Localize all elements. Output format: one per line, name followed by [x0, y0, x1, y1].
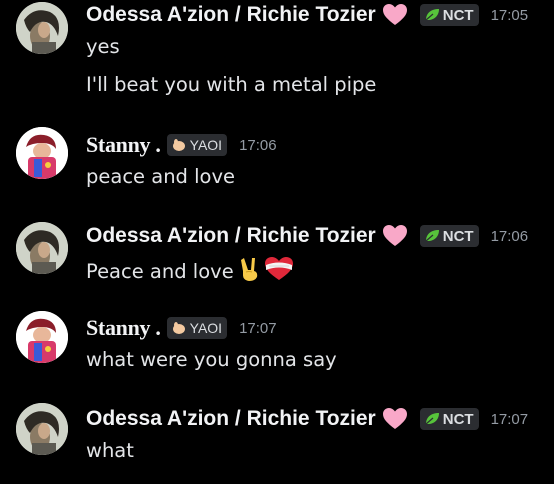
hand-icon: [171, 321, 187, 335]
role-tag-label: YAOI: [189, 137, 223, 153]
role-tag[interactable]: NCT: [419, 408, 479, 430]
role-tag[interactable]: YAOI: [166, 317, 228, 339]
username[interactable]: Odessa A'zion / Richie Tozier: [86, 224, 376, 248]
hand-icon: [171, 138, 187, 152]
message-header: Stanny . YAOI 17:06: [86, 131, 277, 159]
username[interactable]: Stanny .: [86, 132, 161, 158]
avatar[interactable]: [16, 127, 68, 179]
message-header: Odessa A'zion / Richie Tozier NCT 17:05: [86, 1, 528, 29]
leaf-icon: [424, 229, 440, 243]
role-tag[interactable]: YAOI: [166, 134, 228, 156]
avatar[interactable]: [16, 311, 68, 363]
timestamp[interactable]: 17:07: [491, 411, 529, 428]
avatar[interactable]: [16, 222, 68, 274]
bandaged-heart-icon: [264, 256, 294, 287]
timestamp[interactable]: 17:07: [239, 320, 277, 337]
message-header: Odessa A'zion / Richie Tozier NCT 17:06: [86, 222, 528, 250]
pink-heart-icon: [382, 224, 408, 248]
avatar[interactable]: [16, 403, 68, 455]
username[interactable]: Odessa A'zion / Richie Tozier: [86, 407, 376, 431]
role-tag-label: YAOI: [189, 320, 223, 336]
message-text: yes: [86, 35, 120, 58]
leaf-icon: [424, 412, 440, 426]
message-text: what were you gonna say: [86, 348, 337, 371]
victory-hand-icon: [238, 256, 262, 287]
role-tag-label: NCT: [442, 6, 474, 24]
pink-heart-icon: [382, 407, 408, 431]
pink-heart-icon: [382, 3, 408, 27]
username[interactable]: Odessa A'zion / Richie Tozier: [86, 3, 376, 27]
timestamp[interactable]: 17:06: [491, 228, 529, 245]
message-header: Stanny . YAOI 17:07: [86, 314, 277, 342]
message-text: I'll beat you with a metal pipe: [86, 73, 377, 96]
avatar[interactable]: [16, 2, 68, 54]
message-text: Peace and love: [86, 260, 234, 283]
timestamp[interactable]: 17:05: [491, 7, 529, 24]
message-text: peace and love: [86, 165, 236, 188]
message-text: what: [86, 439, 134, 462]
role-tag[interactable]: NCT: [419, 225, 479, 247]
role-tag-label: NCT: [442, 410, 474, 428]
timestamp[interactable]: 17:06: [239, 137, 277, 154]
leaf-icon: [424, 8, 440, 22]
role-tag[interactable]: NCT: [419, 4, 479, 26]
message-header: Odessa A'zion / Richie Tozier NCT 17:07: [86, 405, 528, 433]
username[interactable]: Stanny .: [86, 315, 161, 341]
role-tag-label: NCT: [442, 227, 474, 245]
message-text-row: Peace and love: [86, 256, 294, 287]
